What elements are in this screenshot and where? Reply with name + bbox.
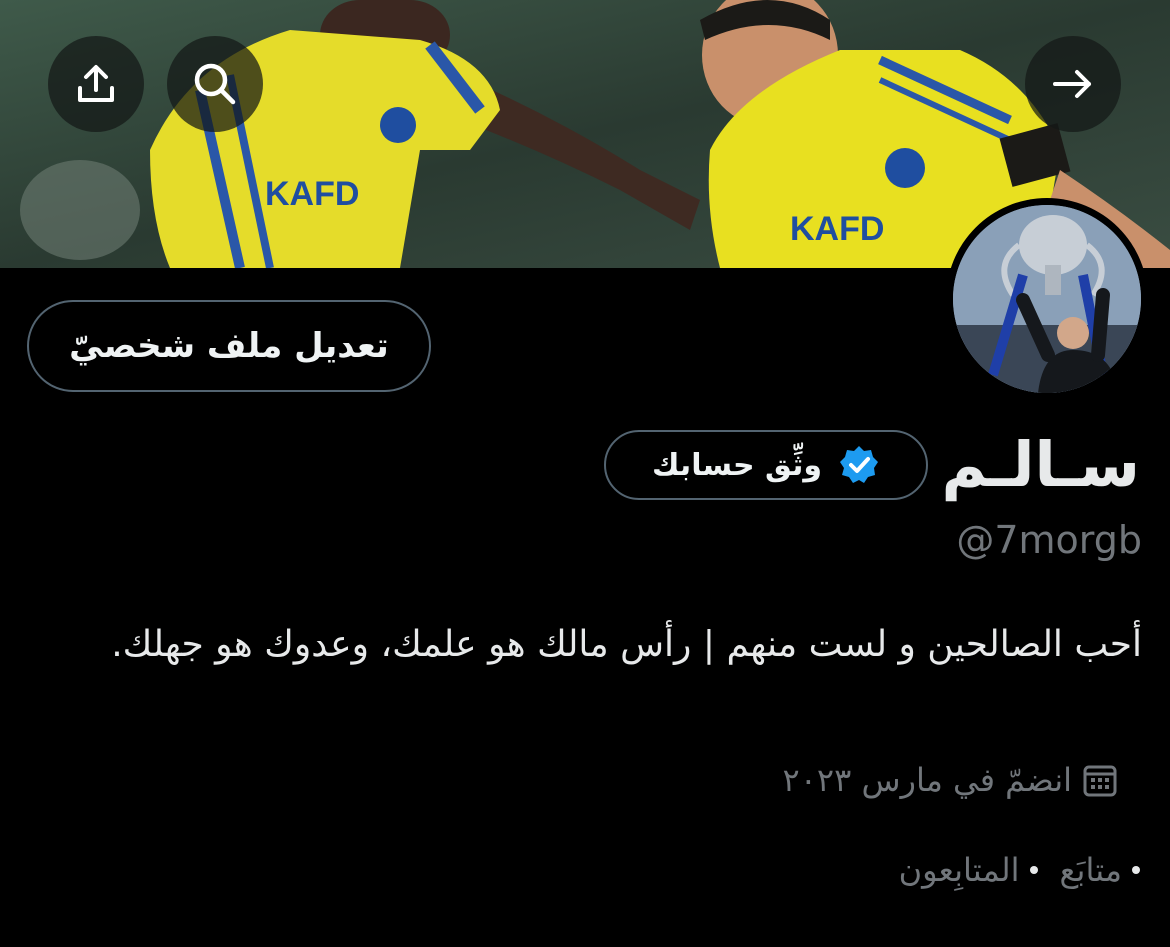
display-name: سـالـم bbox=[941, 428, 1140, 501]
arrow-right-icon bbox=[1053, 70, 1091, 98]
search-button[interactable] bbox=[167, 36, 263, 132]
join-date-text: انضمّ في مارس ٢٠٢٣ bbox=[782, 761, 1072, 799]
username-handle: @7morgb bbox=[956, 518, 1142, 562]
followers-count-dot bbox=[1029, 866, 1038, 874]
followers-link[interactable]: المتابِعون bbox=[899, 844, 1038, 896]
profile-bio: أحب الصالحين و لست منهم | رأس مالك هو عل… bbox=[111, 624, 1142, 665]
avatar[interactable] bbox=[946, 198, 1148, 400]
edit-profile-button[interactable]: تعديل ملف شخصيّ bbox=[27, 300, 431, 392]
following-count-dot bbox=[1132, 866, 1140, 874]
svg-text:KAFD: KAFD bbox=[790, 210, 884, 248]
join-date: انضمّ في مارس ٢٠٢٣ bbox=[783, 752, 1118, 808]
search-icon bbox=[194, 63, 236, 105]
svg-text:KAFD: KAFD bbox=[265, 175, 359, 213]
verify-account-label: وثِّق حسابك bbox=[652, 447, 823, 483]
edit-profile-label: تعديل ملف شخصيّ bbox=[69, 326, 389, 366]
follow-stats: متابَع المتابِعون bbox=[899, 844, 1140, 896]
calendar-icon bbox=[1083, 765, 1117, 797]
avatar-image bbox=[953, 205, 1141, 393]
forward-button[interactable] bbox=[1025, 36, 1121, 132]
verify-account-button[interactable]: وثِّق حسابك bbox=[604, 430, 928, 500]
following-label: متابَع bbox=[1059, 851, 1122, 889]
following-link[interactable]: متابَع bbox=[1060, 844, 1140, 896]
share-button[interactable] bbox=[48, 36, 144, 132]
followers-label: المتابِعون bbox=[898, 851, 1020, 889]
verified-badge-icon bbox=[840, 446, 879, 483]
upload-icon bbox=[78, 65, 114, 102]
